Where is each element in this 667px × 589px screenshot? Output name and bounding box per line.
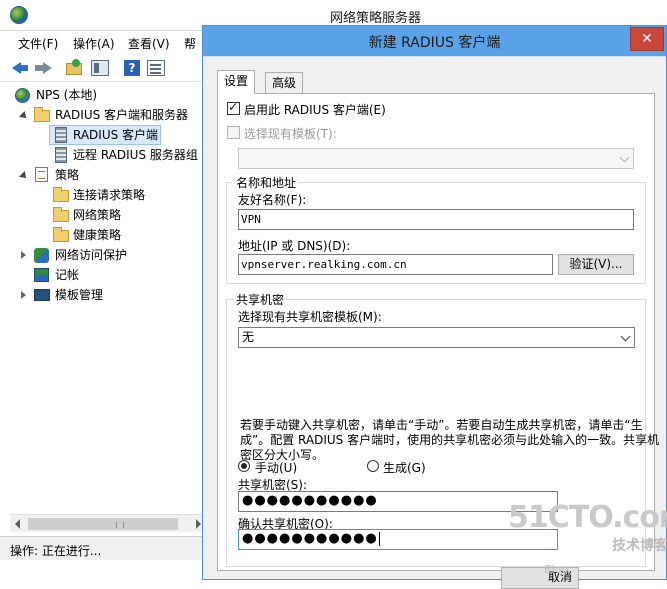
network-access-protection-icon (34, 248, 49, 263)
shared-secret-group-title: 共享机密 (234, 291, 287, 308)
tree-item-radius-clients-servers[interactable]: RADIUS 客户端和服务器 (0, 105, 205, 125)
help-icon[interactable]: ? (122, 58, 142, 78)
folder-icon (53, 227, 69, 242)
server-icon (55, 127, 67, 143)
folder-up-icon[interactable] (64, 58, 84, 78)
forward-arrow-icon[interactable] (34, 58, 54, 78)
verify-button[interactable]: 验证(V)... (558, 254, 634, 275)
manual-radio-label[interactable]: 手动(U) (255, 459, 297, 476)
main-window-title: 网络策略服务器 (330, 11, 422, 26)
address-label: 地址(IP 或 DNS)(D): (238, 239, 351, 253)
address-input[interactable]: vpnserver.realking.com.cn (238, 254, 553, 275)
tab-settings[interactable]: 设置 (217, 70, 256, 94)
server-group-icon (55, 147, 67, 163)
folder-icon (53, 207, 69, 222)
scrollbar-thumb[interactable] (28, 518, 178, 530)
new-radius-client-dialog: 新建 RADIUS 客户端 ✕ 设置 高级 启用此 RADIUS 客户端(E) … (202, 25, 667, 589)
folder-icon (53, 187, 69, 202)
confirm-secret-input[interactable]: ●●●●●●●●●●● (238, 529, 558, 550)
secret-template-dropdown[interactable]: 无 (238, 327, 635, 348)
policy-document-icon (35, 167, 48, 182)
expand-closed-icon[interactable] (21, 291, 26, 299)
globe-icon (15, 88, 30, 103)
settings-tab-panel: 启用此 RADIUS 客户端(E) 选择现有模板(T): 名称和地址 友好名称(… (217, 93, 659, 571)
tree-horizontal-scrollbar[interactable] (10, 514, 205, 532)
tree-item-remote-radius-server-groups[interactable]: 远程 RADIUS 服务器组 (0, 145, 205, 165)
text-caret (378, 531, 380, 546)
show-hide-tree-icon[interactable] (90, 58, 110, 78)
expand-closed-icon[interactable] (21, 251, 26, 259)
tree-item-accounting[interactable]: 记帐 (0, 265, 205, 285)
expand-open-icon[interactable] (19, 171, 29, 181)
dialog-title: 新建 RADIUS 客户端 (368, 35, 501, 51)
tree-item-health-policies[interactable]: 健康策略 (0, 225, 205, 245)
confirm-secret-mask: ●●●●●●●●●●● (242, 531, 378, 546)
template-dropdown[interactable] (238, 148, 634, 169)
secret-template-label: 选择现有共享机密模板(M): (238, 310, 382, 324)
manual-radio[interactable] (238, 460, 250, 472)
generate-radio-label[interactable]: 生成(G) (383, 459, 426, 476)
chevron-down-icon (620, 331, 631, 342)
scroll-left-icon[interactable] (15, 519, 20, 529)
select-template-label: 选择现有模板(T): (244, 127, 337, 141)
menu-file[interactable]: 文件(F) (18, 35, 58, 52)
folder-icon (34, 107, 50, 122)
shared-secret-input[interactable]: ●●●●●●●●●●● (238, 491, 558, 512)
tab-advanced[interactable]: 高级 (265, 72, 304, 94)
menu-bar: 文件(F) 操作(A) 查看(V) 帮助 (0, 31, 205, 68)
dialog-titlebar[interactable]: 新建 RADIUS 客户端 ✕ (203, 26, 666, 56)
status-text: 操作: 正在进行... (10, 544, 102, 558)
tree-item-templates-management[interactable]: 模板管理 (0, 285, 205, 305)
shared-secret-mask: ●●●●●●●●●●● (242, 493, 378, 508)
friendly-name-input[interactable]: VPN (238, 209, 634, 230)
tree-item-radius-clients[interactable]: RADIUS 客户端 (0, 125, 205, 145)
accounting-icon (34, 268, 49, 282)
generate-radio[interactable] (367, 460, 379, 472)
nps-app-icon (10, 6, 28, 24)
status-bar: 操作: 正在进行... (0, 536, 205, 560)
secret-template-value: 无 (242, 330, 255, 344)
tree-item-nps-root[interactable]: NPS (本地) (0, 85, 205, 105)
chevron-down-icon (619, 152, 630, 163)
close-button[interactable]: ✕ (630, 27, 664, 51)
watermark-blog: Blog (544, 563, 569, 576)
menu-action[interactable]: 操作(A) (73, 35, 115, 52)
tree-item-network-access-protection[interactable]: 网络访问保护 (0, 245, 205, 265)
menu-view[interactable]: 查看(V) (128, 35, 170, 52)
dialog-body: 设置 高级 启用此 RADIUS 客户端(E) 选择现有模板(T): 名称和地址… (203, 56, 666, 579)
enable-client-checkbox[interactable] (227, 100, 240, 115)
templates-monitor-icon (34, 289, 50, 301)
navigation-tree: NPS (本地) RADIUS 客户端和服务器 RADIUS 客户端 远程 RA… (0, 83, 205, 513)
toolbar: ? (0, 54, 205, 82)
back-arrow-icon[interactable] (10, 58, 30, 78)
shared-secret-explanation: 若要手动键入共享机密，请单击“手动”。若要自动生成共享机密，请单击“生成”。配置… (240, 418, 660, 462)
expand-open-icon[interactable] (19, 111, 29, 121)
friendly-name-label: 友好名称(F): (238, 193, 307, 207)
scroll-right-icon[interactable] (196, 519, 201, 529)
scroll-grip-icon (116, 522, 124, 528)
tree-item-policies[interactable]: 策略 (0, 165, 205, 185)
enable-client-label[interactable]: 启用此 RADIUS 客户端(E) (244, 101, 386, 118)
properties-icon[interactable] (146, 58, 166, 78)
select-template-checkbox[interactable] (227, 126, 240, 139)
name-address-group-title: 名称和地址 (234, 174, 299, 191)
close-icon: ✕ (641, 31, 653, 47)
tree-item-connection-request-policies[interactable]: 连接请求策略 (0, 185, 205, 205)
tree-item-network-policies[interactable]: 网络策略 (0, 205, 205, 225)
